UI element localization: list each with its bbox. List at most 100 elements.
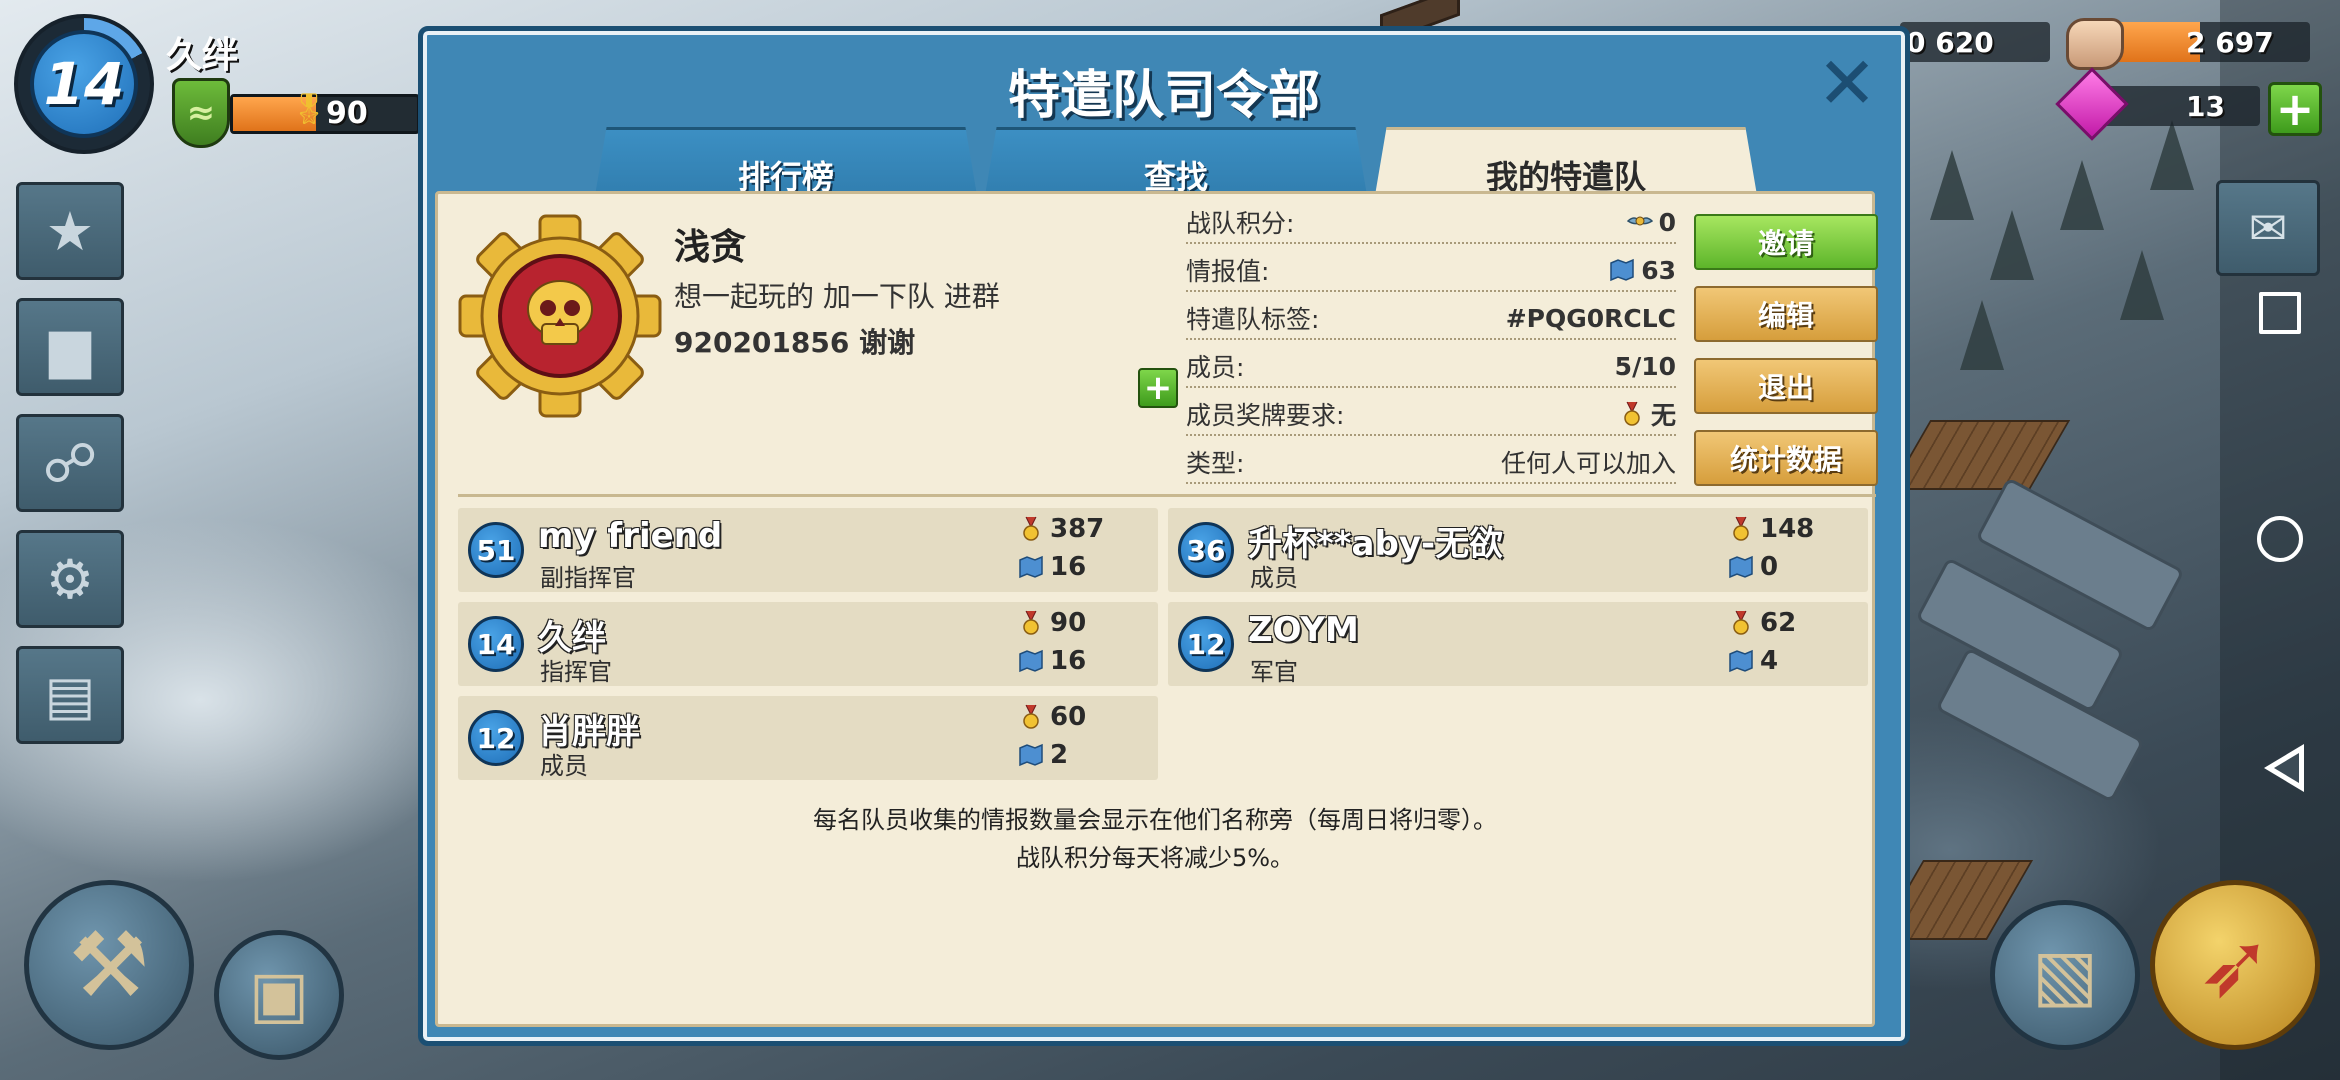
player-level-badge[interactable]: 14 [30,30,138,138]
rank-chevron-icon[interactable]: ≈ [172,78,230,148]
dialog-title: 特遣队司令部 [1007,66,1320,126]
build-hammer-icon[interactable]: ⚒ [24,880,194,1050]
tree [2120,250,2164,320]
medal-icon [1624,401,1640,426]
recent-apps-icon[interactable] [2259,292,2301,334]
home-icon[interactable] [2257,516,2303,562]
task-force-dialog: 特遣队司令部 ✕ 排行榜 查找 我的特遣队 浅贪 想一起玩的 加一下队 进群 9… [418,26,1910,1046]
intel-map-icon [1019,555,1043,579]
intel-count: 16 [1050,552,1087,582]
info-value: 0 [1658,207,1676,237]
info-value: 无 [1650,401,1676,430]
medal-count: 387 [1050,514,1105,544]
member-role: 成员 [540,752,588,780]
medal-icon [1733,610,1749,635]
edit-button[interactable]: 编辑 [1694,286,1878,342]
member-role: 军官 [1250,658,1298,686]
chat-icon[interactable]: ✉ [2216,180,2320,276]
task-force-emblem-icon [458,214,662,418]
stars-icon[interactable]: ★ [16,182,124,280]
task-force-description: 想一起玩的 加一下队 进群 920201856 谢谢 [674,278,1054,361]
info-label: 特遣队标签: [1186,305,1320,334]
info-value: 63 [1641,255,1676,285]
member-level: 12 [1178,616,1234,672]
description-line: 想一起玩的 加一下队 进群 [674,280,1000,313]
add-member-button[interactable]: + [1138,368,1178,408]
member-name: ZOYM [1248,610,1359,650]
medal-icon [1023,704,1039,729]
info-label: 成员: [1186,353,1245,382]
member-row[interactable]: 36 升杯**aby-无欲 成员 148 0 [1168,508,1868,592]
compass-icon[interactable]: ➶ [2150,880,2320,1050]
task-force-tag: #PQG0RCLC [1505,303,1676,333]
medal-count: 148 [1760,514,1815,544]
medal-count: 90 [1050,608,1087,638]
statistics-button[interactable]: 统计数据 [1694,430,1878,486]
tree [1930,150,1974,220]
my-task-force-panel: 浅贪 想一起玩的 加一下队 进群 920201856 谢谢 战队积分: 0 情报… [435,191,1878,1027]
treasure-chest-icon[interactable]: ▣ [214,930,344,1060]
medal-count: 60 [1050,702,1087,732]
footer-note: 每名队员收集的情报数量会显示在他们名称旁（每周日将归零）。 [813,806,1497,834]
medal-count: 90 [326,96,368,131]
member-name: my friend [538,516,723,556]
info-row-medal-requirement: 成员奖牌要求: 无 [1186,394,1676,436]
task-force-icon[interactable]: ☍ [16,414,124,512]
member-level: 14 [468,616,524,672]
newspaper-icon[interactable]: ▤ [16,646,124,744]
member-medals: 387 [1018,514,1104,544]
intel-map-icon [1019,743,1043,767]
divider [458,494,1876,497]
intel-map-icon [1610,258,1634,282]
member-medals: 60 [1018,702,1086,732]
back-icon[interactable] [2260,744,2304,792]
tree [2150,120,2194,190]
info-row-type: 类型: 任何人可以加入 [1186,442,1676,484]
member-intel: 16 [1018,552,1086,582]
tree [1960,300,2004,370]
intel-count: 16 [1050,646,1087,676]
member-intel: 0 [1728,552,1778,582]
map-icon[interactable]: ▧ [1990,900,2140,1050]
member-medals: 148 [1728,514,1814,544]
medal-icon [1023,516,1039,541]
member-level: 51 [468,522,524,578]
info-row-intel: 情报值: 63 [1186,250,1676,292]
stone-icon [2066,18,2124,70]
intel-map-icon [1019,649,1043,673]
info-row-team-score: 战队积分: 0 [1186,202,1676,244]
member-intel: 16 [1018,646,1086,676]
member-count: 5/10 [1614,351,1676,381]
intel-map-icon [1729,555,1753,579]
intel-count: 0 [1760,552,1779,582]
leave-button[interactable]: 退出 [1694,358,1878,414]
member-row[interactable]: 12 ZOYM 军官 62 4 [1168,602,1868,686]
info-label: 战队积分: [1186,209,1295,238]
invite-button[interactable]: 邀请 [1694,214,1878,270]
member-role: 指挥官 [540,658,612,686]
member-role: 成员 [1250,564,1298,592]
intel-map-icon [1729,649,1753,673]
info-label: 成员奖牌要求: [1186,401,1345,430]
member-row[interactable]: 51 my friend 副指挥官 387 16 [458,508,1158,592]
close-icon[interactable]: ✕ [1809,45,1885,121]
diamond-amount: 13 [2186,90,2225,123]
settings-gear-icon[interactable]: ⚙ [16,530,124,628]
member-intel: 2 [1018,740,1068,770]
medal-icon [1023,610,1039,635]
buy-diamonds-button[interactable]: + [2268,82,2322,136]
member-medals: 90 [1018,608,1086,638]
tree [2060,160,2104,230]
info-row-members: 成员: 5/10 [1186,346,1676,388]
member-row[interactable]: 12 肖胖胖 成员 60 2 [458,696,1158,780]
stone-amount: 2 697 [2186,26,2274,59]
leaderboard-icon[interactable]: ▆ [16,298,124,396]
medal-icon [1733,516,1749,541]
member-role: 副指挥官 [540,564,636,592]
tree [1990,210,2034,280]
member-intel: 4 [1728,646,1778,676]
intel-count: 4 [1760,646,1779,676]
info-label: 情报值: [1186,257,1270,286]
member-row[interactable]: 14 久绊 指挥官 90 16 [458,602,1158,686]
info-value: 任何人可以加入 [1500,449,1676,478]
